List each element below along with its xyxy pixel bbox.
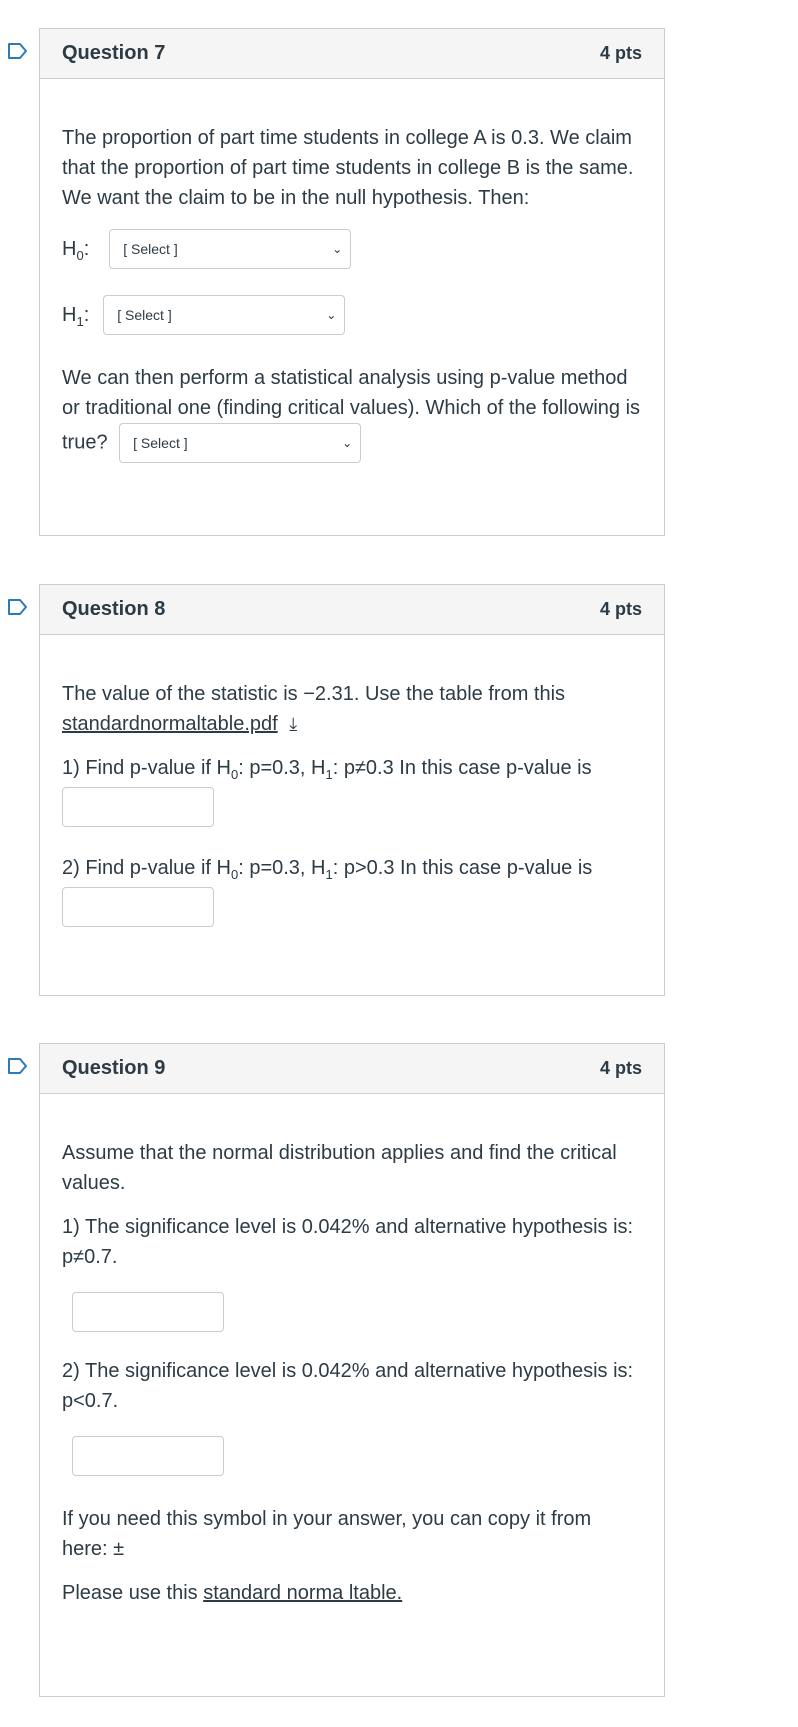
normal-table-link[interactable]: standard norma ltable. <box>203 1582 402 1604</box>
question-8-part-2: 2) Find p-value if H0: p=0.3, H1: p>0.3 … <box>62 857 593 882</box>
h1-row: H1: [ Select ] ⌄ <box>62 295 642 335</box>
question-9-points: 4 pts <box>599 1058 642 1078</box>
flag-question-9-icon[interactable] <box>8 1058 28 1074</box>
question-7-points: 4 pts <box>599 43 642 63</box>
table-note: Please use this standard norma ltable. <box>62 1582 403 1604</box>
download-icon[interactable]: ⤓ <box>289 714 297 734</box>
question-9-body: Assume that the normal distribution appl… <box>40 1094 664 1642</box>
question-9-card: Question 9 4 pts Assume that the normal … <box>39 1043 665 1697</box>
question-7-text: The proportion of part time students in … <box>62 127 634 209</box>
question-7-title: Question 7 <box>62 42 166 64</box>
h0-select-value: [ Select ] <box>123 241 178 257</box>
flag-question-8-icon[interactable] <box>8 599 28 615</box>
question-7-text-2: We can then perform a statistical analys… <box>62 363 642 463</box>
symbol-note: If you need this symbol in your answer, … <box>62 1508 592 1560</box>
p-value-input-1[interactable] <box>62 787 214 827</box>
chevron-down-icon: ⌄ <box>326 308 337 322</box>
pdf-file-link[interactable]: standardnormaltable.pdf <box>62 713 278 735</box>
question-8-body: The value of the statistic is −2.31. Use… <box>40 635 664 947</box>
p-value-input-2[interactable] <box>62 887 214 927</box>
question-8-title: Question 8 <box>62 598 166 620</box>
method-select-value: [ Select ] <box>133 435 188 451</box>
question-9-header: Question 9 4 pts <box>40 1044 664 1094</box>
h1-select[interactable]: [ Select ] ⌄ <box>103 295 346 335</box>
question-9-part-2: 2) The significance level is 0.042% and … <box>62 1360 634 1412</box>
question-9-text: Assume that the normal distribution appl… <box>62 1142 617 1194</box>
chevron-down-icon: ⌄ <box>332 242 343 256</box>
h0-select[interactable]: [ Select ] ⌄ <box>109 229 352 269</box>
question-7-card: Question 7 4 pts The proportion of part … <box>39 28 665 536</box>
question-8-text: The value of the statistic is −2.31. Use… <box>62 683 566 735</box>
flag-question-7-icon[interactable] <box>8 43 28 59</box>
h0-label: H0: <box>62 238 90 263</box>
question-7-body: The proportion of part time students in … <box>40 79 664 497</box>
question-7-header: Question 7 4 pts <box>40 29 664 79</box>
chevron-down-icon: ⌄ <box>342 436 353 450</box>
h1-label: H1: <box>62 304 90 329</box>
question-8-part-1: 1) Find p-value if H0: p=0.3, H1: p≠0.3 … <box>62 757 592 782</box>
critical-value-input-1[interactable] <box>72 1292 224 1332</box>
h0-row: H0: [ Select ] ⌄ <box>62 229 642 269</box>
question-8-points: 4 pts <box>599 599 642 619</box>
critical-value-input-2[interactable] <box>72 1436 224 1476</box>
question-9-title: Question 9 <box>62 1057 166 1079</box>
question-9-part-1: 1) The significance level is 0.042% and … <box>62 1216 634 1268</box>
statistical-method-select[interactable]: [ Select ] ⌄ <box>119 423 362 463</box>
question-8-card: Question 8 4 pts The value of the statis… <box>39 584 665 996</box>
h1-select-value: [ Select ] <box>117 307 172 323</box>
question-8-header: Question 8 4 pts <box>40 585 664 635</box>
